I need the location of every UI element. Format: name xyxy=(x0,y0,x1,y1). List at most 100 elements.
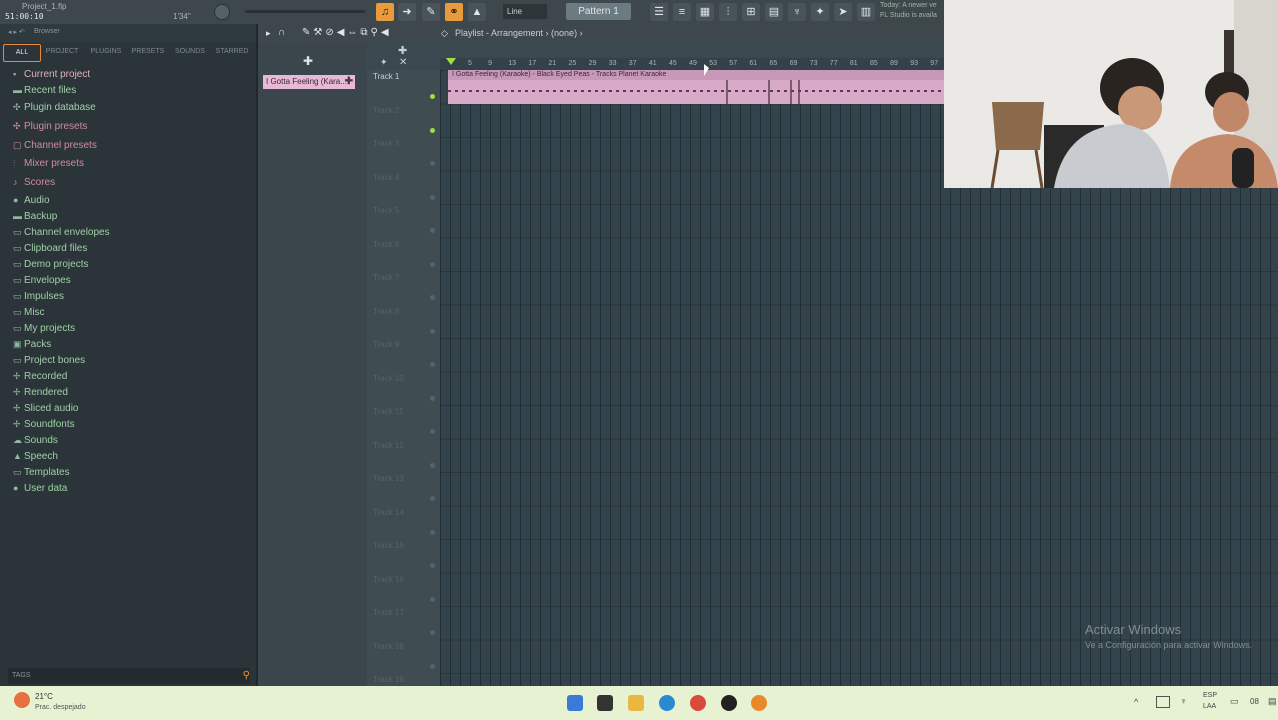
add-channel-icon[interactable]: ✚ xyxy=(303,54,313,68)
track-label[interactable]: Track 17 xyxy=(373,608,404,617)
lang-region[interactable]: LAA xyxy=(1203,703,1216,710)
track-label[interactable]: Track 11 xyxy=(373,407,403,416)
tab-all[interactable]: ALL xyxy=(3,44,41,62)
chrome-icon[interactable] xyxy=(690,695,706,711)
track-label[interactable]: Track 12 xyxy=(373,441,404,450)
track-mute-led[interactable] xyxy=(430,194,435,200)
browser-item-envelopes[interactable]: ▭ Envelopes xyxy=(13,275,71,286)
tab-plugins[interactable]: PLUGINS xyxy=(86,44,126,60)
weather-icon[interactable] xyxy=(14,692,30,708)
browser-item-backup[interactable]: ▬ Backup xyxy=(13,211,57,222)
browser-item-templates[interactable]: ▭ Templates xyxy=(13,467,70,478)
browser-item-user-data[interactable]: ● User data xyxy=(13,483,67,494)
add-icon[interactable]: ✚ xyxy=(345,75,353,89)
track-label[interactable]: Track 9 xyxy=(373,340,399,349)
microphone-icon[interactable]: ♆ xyxy=(788,3,806,21)
play-button[interactable]: ➜ xyxy=(398,3,416,21)
magnet-icon[interactable]: ∩ xyxy=(278,27,285,38)
playlist-tools[interactable]: ✎⚒⊘◀⇔⧉⚲◀ xyxy=(302,27,392,38)
track-mute-led[interactable] xyxy=(430,630,435,635)
browser-item-sliced-audio[interactable]: ✢ Sliced audio xyxy=(13,403,78,414)
track-label[interactable]: Track 18 xyxy=(373,642,404,651)
browser-item-project-bones[interactable]: ▭ Project bones xyxy=(13,355,85,366)
edge-icon[interactable] xyxy=(659,695,675,711)
track-label[interactable]: Track 1 xyxy=(373,72,399,81)
master-pitch-slider[interactable] xyxy=(245,10,365,13)
search-icon[interactable]: ⚲ xyxy=(243,668,250,684)
browser-item-current-project[interactable]: ▪ Current project xyxy=(13,69,90,80)
track-mute-led[interactable] xyxy=(430,362,435,367)
track-mute-led[interactable] xyxy=(430,462,435,468)
playhead-marker[interactable] xyxy=(446,58,456,65)
add-track-icon[interactable]: ✦ xyxy=(380,57,388,68)
tray-network-icon[interactable]: ▭ xyxy=(1230,696,1239,707)
tags-bar[interactable]: TAGS ⚲ xyxy=(8,668,250,684)
browser-item-recorded[interactable]: ✢ Recorded xyxy=(13,371,67,382)
browser-item-packs[interactable]: ▣ Packs xyxy=(13,339,51,350)
pattern-song-toggle[interactable]: ♫ xyxy=(376,3,394,21)
browser-header-icons[interactable]: ◂ ▸ ↶ xyxy=(8,28,25,36)
track-label[interactable]: Track 19 xyxy=(373,675,404,684)
browser-item-soundfonts[interactable]: ✢ Soundfonts xyxy=(13,419,75,430)
tab-project[interactable]: PROJECT xyxy=(42,44,82,60)
file-explorer-icon[interactable] xyxy=(628,695,644,711)
track-mute-led[interactable] xyxy=(430,94,435,99)
track-label[interactable]: Track 14 xyxy=(373,508,404,517)
track-mute-led[interactable] xyxy=(430,295,435,300)
track-label[interactable]: Track 8 xyxy=(373,307,399,316)
tray-display-icon[interactable] xyxy=(1156,696,1170,708)
track-mute-led[interactable] xyxy=(430,496,435,501)
browser-item-impulses[interactable]: ▭ Impulses xyxy=(13,291,64,302)
fl-studio-taskbar-icon[interactable] xyxy=(751,695,767,711)
browser-icon[interactable]: ⊞ xyxy=(742,3,760,21)
track-label[interactable]: Track 10 xyxy=(373,374,404,383)
tab-presets[interactable]: PRESETS xyxy=(128,44,168,60)
track-mute-led[interactable] xyxy=(430,529,435,535)
track-mute-led[interactable] xyxy=(430,127,435,133)
track-label[interactable]: Track 2 xyxy=(373,106,399,115)
browser-item-my-projects[interactable]: ▭ My projects xyxy=(13,323,75,334)
playlist-icon[interactable]: ☰ xyxy=(650,3,668,21)
track-label[interactable]: Track 5 xyxy=(373,206,399,215)
track-mute-led[interactable] xyxy=(430,596,435,602)
browser-item-channel-envelopes[interactable]: ▭ Channel envelopes xyxy=(13,227,110,238)
plugin-picker-icon[interactable]: ▤ xyxy=(765,3,783,21)
tray-mic-icon[interactable]: ♆ xyxy=(1180,696,1187,706)
track-mute-led[interactable] xyxy=(430,663,435,669)
browser-item-audio[interactable]: ● Audio xyxy=(13,195,50,206)
link-icon[interactable]: ⚭ xyxy=(445,3,463,21)
track-mute-led[interactable] xyxy=(430,261,435,267)
browser-item-plugin-presets[interactable]: ✣ Plugin presets xyxy=(13,121,87,132)
track-label[interactable]: Track 6 xyxy=(373,240,399,249)
browser-item-speech[interactable]: ▲ Speech xyxy=(13,451,58,462)
arrow-icon[interactable]: ➤ xyxy=(834,3,852,21)
audio-clip[interactable]: I Gotta Feeling (Karaoke) - Black Eyed P… xyxy=(448,70,944,104)
task-view-icon[interactable] xyxy=(597,695,613,711)
lang-code[interactable]: ESP xyxy=(1203,692,1217,699)
browser-item-mixer-presets[interactable]: ⫶ Mixer presets xyxy=(13,158,84,169)
tab-starred[interactable]: STARRED xyxy=(212,44,252,60)
windows-start-icon[interactable] xyxy=(567,695,583,711)
track-label[interactable]: Track 15 xyxy=(373,541,404,550)
browser-item-sounds[interactable]: ☁ Sounds xyxy=(13,435,58,446)
browser-item-plugin-database[interactable]: ✣ Plugin database xyxy=(13,102,96,113)
browser-item-demo-projects[interactable]: ▭ Demo projects xyxy=(13,259,88,270)
menu-icon[interactable]: ▥ xyxy=(857,3,875,21)
track-mute-led[interactable] xyxy=(430,429,435,434)
browser-item-rendered[interactable]: ✢ Rendered xyxy=(13,387,68,398)
clock[interactable]: 08 xyxy=(1250,697,1259,706)
app-icon[interactable] xyxy=(721,695,737,711)
playlist-menu-arrow-icon[interactable]: ▸ xyxy=(266,28,271,39)
playlist-title[interactable]: Playlist - Arrangement › (none) › xyxy=(455,28,583,38)
move-icon[interactable]: ✚ xyxy=(398,44,407,57)
browser-item-scores[interactable]: ♪ Scores xyxy=(13,177,55,188)
snap-select[interactable]: Line xyxy=(503,4,547,19)
tab-sounds[interactable]: SOUNDS xyxy=(170,44,210,60)
pattern-selector[interactable]: Pattern 1 xyxy=(566,3,631,20)
piano-roll-icon[interactable]: ≡ xyxy=(673,3,691,21)
tray-chevron-icon[interactable]: ^ xyxy=(1134,697,1138,707)
mixer-icon[interactable]: ⫶ xyxy=(719,3,737,21)
track-mute-led[interactable] xyxy=(430,563,435,568)
track-label[interactable]: Track 7 xyxy=(373,273,399,282)
channel-rack-icon[interactable]: ▦ xyxy=(696,3,714,21)
